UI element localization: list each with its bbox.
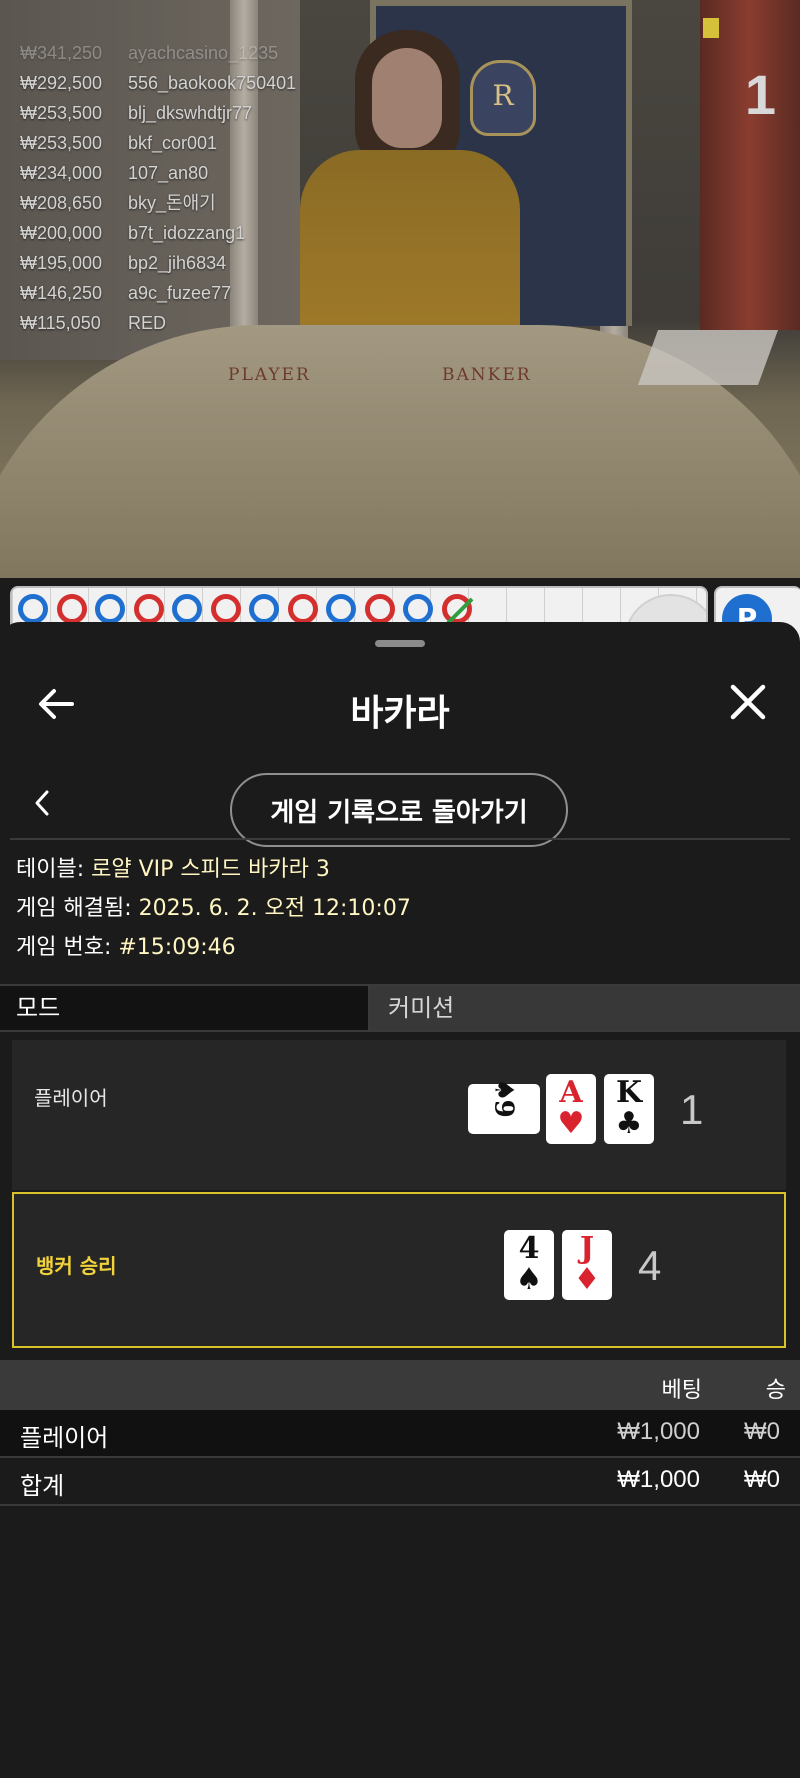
dealer-body xyxy=(300,150,520,350)
player-bead xyxy=(249,594,279,624)
total-label: 합계 xyxy=(20,1472,65,1500)
banker-bead xyxy=(56,594,87,624)
win-column-header: 승 xyxy=(765,1378,786,1403)
studio-curtain xyxy=(700,0,800,330)
banker-bead xyxy=(133,594,164,624)
mode-header: 모드 커미션 xyxy=(0,984,800,1032)
round-count: 1 xyxy=(744,63,776,126)
player-card-2: A ♥ xyxy=(546,1074,596,1144)
close-icon[interactable] xyxy=(728,682,768,722)
banker-bead xyxy=(364,594,395,624)
leaderboard-row: ₩200,000 b7t_idozzang1 xyxy=(20,223,246,243)
player-bead xyxy=(172,594,202,624)
banker-bead xyxy=(210,594,241,624)
table-row: 플레이어 ₩1,000 ₩0 xyxy=(0,1410,800,1458)
player-bead xyxy=(326,594,356,624)
bets-table-header: 베팅 승 xyxy=(0,1360,800,1410)
table-player-label: PLAYER xyxy=(228,365,311,385)
game-info: 테이블: 로얄 VIP 스피드 바카라 3 게임 해결됨: 2025. 6. 2… xyxy=(16,850,411,967)
history-detail-sheet: 바카라 게임 기록으로 돌아가기 테이블: 로얄 VIP 스피드 바카라 3 게… xyxy=(0,622,800,1778)
leaderboard-row: ₩146,250 a9c_fuzee77 xyxy=(20,283,232,303)
player-bead xyxy=(18,594,48,624)
sheet-header: 바카라 xyxy=(0,662,800,752)
card-shoe xyxy=(637,330,779,385)
total-win: ₩0 xyxy=(744,1466,780,1493)
game-number-info: 게임 번호: #15:09:46 xyxy=(16,935,236,960)
return-to-history-button[interactable]: 게임 기록으로 돌아가기 xyxy=(230,773,568,847)
leaderboard-row: ₩292,500 556_baokook750401 xyxy=(20,73,297,93)
drag-handle[interactable] xyxy=(375,640,425,647)
live-video-stream: R PLAYER BANKER 1 ₩341,250 ayachcasino_12… xyxy=(0,0,800,578)
player-bead xyxy=(95,594,125,624)
banker-win-label: 뱅커 승리 xyxy=(36,1254,117,1278)
mode-column: 모드 xyxy=(0,986,370,1030)
status-flag xyxy=(703,18,719,38)
total-row: 합계 ₩1,000 ₩0 xyxy=(0,1458,800,1506)
royal-crest-logo: R xyxy=(470,60,536,136)
bets-table: 베팅 승 플레이어 ₩1,000 ₩0 합계 ₩1,000 ₩0 xyxy=(0,1360,800,1506)
bet-column-header: 베팅 xyxy=(661,1378,702,1403)
leaderboard-row: ₩341,250 ayachcasino_1235 xyxy=(20,43,279,63)
player-card-1: ♠9 xyxy=(468,1078,540,1134)
leaderboard-row: ₩253,500 blj_dkswhdtjr77 xyxy=(20,103,253,123)
divider xyxy=(10,838,790,840)
leaderboard-row: ₩195,000 bp2_jih6834 xyxy=(20,253,227,273)
dealer-face xyxy=(372,48,442,148)
page-title: 바카라 xyxy=(350,693,450,734)
total-bet: ₩1,000 xyxy=(617,1466,700,1493)
bet-amount: ₩1,000 xyxy=(617,1418,700,1445)
win-amount: ₩0 xyxy=(744,1418,780,1445)
player-bead xyxy=(403,594,433,624)
banker-bead xyxy=(287,594,318,624)
leaderboard-row: ₩253,500 bkf_cor001 xyxy=(20,133,218,153)
history-nav: 게임 기록으로 돌아가기 xyxy=(0,750,800,860)
banker-score: 4 xyxy=(638,1242,662,1289)
table-banker-label: BANKER xyxy=(442,365,532,385)
winners-leaderboard: ₩341,250 ayachcasino_1235 ₩292,500 556_bao… xyxy=(20,38,296,338)
player-score: 1 xyxy=(680,1086,704,1133)
leaderboard-row: ₩208,650 bky_돈애기 xyxy=(20,193,216,213)
table-info: 테이블: 로얄 VIP 스피드 바카라 3 xyxy=(16,857,330,882)
leaderboard-row: ₩234,000 107_an80 xyxy=(20,163,209,183)
banker-card-1: 4 ♠ xyxy=(504,1230,554,1300)
resolved-info: 게임 해결됨: 2025. 6. 2. 오전 12:10:07 xyxy=(16,896,411,921)
leaderboard-row: ₩115,050 RED xyxy=(20,313,167,333)
banker-hand: 뱅커 승리 4 ♠ J ♦ 4 xyxy=(12,1192,786,1348)
chevron-left-icon[interactable] xyxy=(30,788,54,818)
player-hand: 플레이어 ♠9 A ♥ K ♣ 1 xyxy=(12,1040,786,1190)
banker-card-2: J ♦ xyxy=(562,1230,612,1300)
banker-bead xyxy=(441,594,472,624)
player-card-3: K ♣ xyxy=(604,1074,654,1144)
bet-name: 플레이어 xyxy=(20,1424,109,1452)
player-hand-label: 플레이어 xyxy=(34,1086,108,1110)
commission-column: 커미션 xyxy=(370,986,800,1030)
